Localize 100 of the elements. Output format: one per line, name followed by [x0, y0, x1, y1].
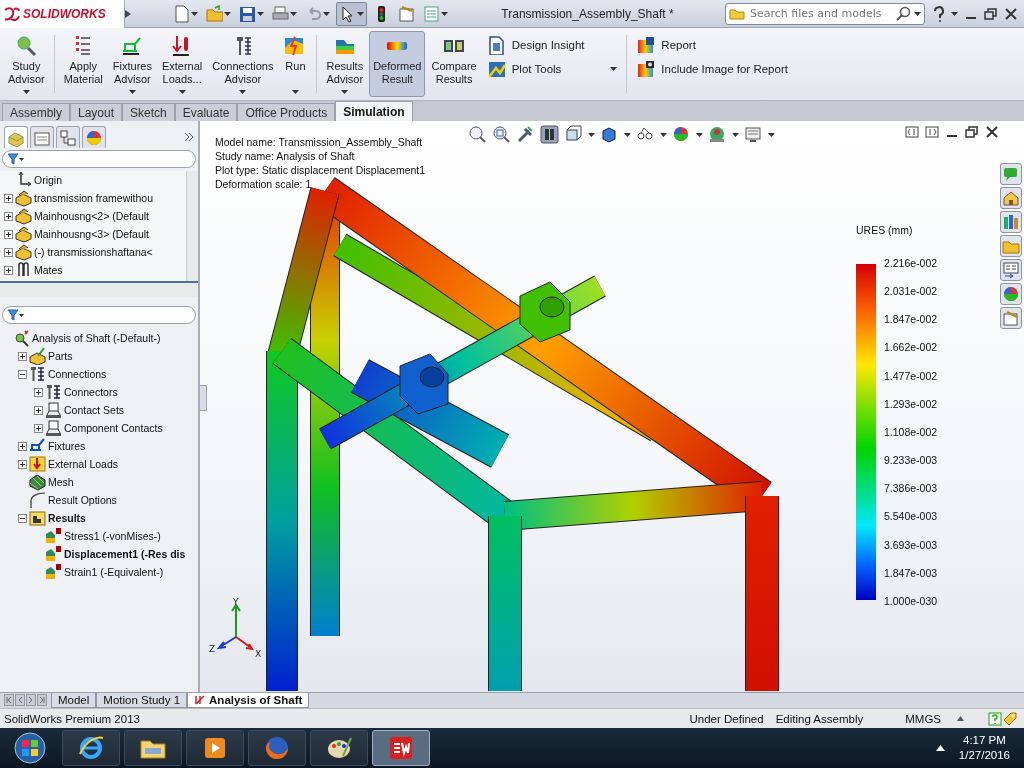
caret-icon[interactable] [257, 11, 264, 16]
expand-toggle[interactable] [34, 423, 43, 433]
last-tab-icon[interactable] [37, 694, 47, 706]
caret-icon[interactable] [239, 90, 247, 94]
restore-icon[interactable] [984, 6, 998, 21]
start-button-icon[interactable] [13, 731, 47, 765]
caret-icon[interactable] [191, 11, 198, 16]
tree-item[interactable]: Mates [34, 264, 63, 276]
zoom-fit-icon[interactable] [468, 125, 487, 144]
search-input[interactable]: Search files and models [748, 6, 893, 21]
filter-icon[interactable] [7, 309, 25, 321]
caret-icon[interactable] [588, 132, 595, 137]
first-tab-icon[interactable] [4, 694, 14, 706]
home-icon[interactable] [1002, 189, 1020, 207]
tree-item[interactable]: Connectors [64, 386, 118, 398]
next-tab-icon[interactable] [26, 694, 36, 706]
custom-properties-icon[interactable] [1002, 309, 1020, 327]
printer-icon[interactable] [272, 4, 289, 23]
caret-icon[interactable] [224, 11, 231, 16]
save-icon[interactable] [239, 4, 256, 23]
connections-advisor-button[interactable]: Connections Advisor [208, 31, 278, 97]
tree-item[interactable]: transmission framewithou [34, 192, 154, 204]
close-icon[interactable] [985, 125, 999, 139]
study-tab[interactable]: Motion Study 1 [96, 693, 188, 708]
appearance-ball-icon[interactable] [1002, 285, 1020, 303]
tree-item[interactable]: Strain1 (-Equivalent-) [64, 566, 164, 578]
clock-time[interactable]: 4:17 PM [963, 733, 1006, 748]
caret-icon[interactable] [341, 90, 349, 94]
more-chevron-icon[interactable] [184, 132, 194, 142]
search-icon[interactable] [896, 6, 911, 21]
browser-icon[interactable] [77, 734, 105, 762]
clock-date[interactable]: 1/27/2016 [958, 748, 1010, 763]
run-button[interactable]: Run [279, 31, 312, 97]
sw-logo-icon[interactable] [387, 734, 415, 762]
report-button[interactable]: Report [636, 35, 788, 55]
tree-item[interactable]: Mainhousng<2> (Default [34, 210, 149, 222]
checklist-icon[interactable] [423, 4, 440, 23]
tree-item[interactable]: (-) transmissionshaftana< [34, 246, 153, 258]
view-palette-icon[interactable] [1002, 261, 1020, 279]
restore-icon[interactable] [965, 125, 979, 139]
command-tab[interactable]: Assembly [2, 103, 70, 121]
caret-icon[interactable] [914, 11, 921, 16]
caret-icon[interactable] [696, 132, 703, 137]
tree-item[interactable]: Connections [48, 368, 107, 380]
caret-icon[interactable] [290, 11, 297, 16]
command-tab[interactable]: Layout [70, 103, 123, 121]
filter-field[interactable] [2, 150, 196, 168]
tree-item[interactable]: Mesh [48, 476, 74, 488]
caret-icon[interactable] [660, 132, 667, 137]
caret-icon[interactable] [957, 716, 964, 721]
fixtures-advisor-button[interactable]: Fixtures Advisor [108, 31, 156, 97]
command-tab[interactable]: Sketch [122, 103, 175, 121]
previous-view-icon[interactable] [516, 125, 535, 144]
caret-icon[interactable] [357, 11, 364, 16]
tree-item[interactable]: Mainhousng<3> (Default [34, 228, 149, 240]
help-icon[interactable] [933, 5, 945, 22]
caret-icon[interactable] [441, 11, 448, 16]
expand-toggle[interactable] [4, 193, 13, 203]
command-tab[interactable]: Simulation [335, 101, 413, 121]
library-icon[interactable] [1002, 213, 1020, 231]
study-tab[interactable]: Analysis of Shaft [187, 693, 310, 708]
deformed-result-button[interactable]: Deformed Result [369, 31, 426, 97]
command-tab[interactable]: Evaluate [174, 103, 238, 121]
tree-item[interactable]: External Loads [48, 458, 119, 470]
tree-item[interactable]: Parts [48, 350, 73, 362]
tile-right-icon[interactable] [925, 125, 939, 139]
horizontal-scrollbar[interactable] [0, 283, 198, 297]
tree-item[interactable]: Displacement1 (-Res dis [64, 548, 186, 560]
previous-tab-icon[interactable] [15, 694, 25, 706]
tree-item[interactable]: Results [48, 512, 86, 524]
scene-icon[interactable] [708, 125, 727, 144]
appearance-ball-icon[interactable] [672, 125, 691, 144]
display-style-icon[interactable] [600, 125, 619, 144]
caret-icon[interactable] [178, 90, 186, 94]
expand-toggle[interactable] [18, 459, 27, 469]
collapse-toggle[interactable] [18, 513, 27, 523]
tree-item[interactable]: Fixtures [48, 440, 86, 452]
tree-item[interactable]: Contact Sets [64, 404, 125, 416]
tree-item[interactable]: Result Options [48, 494, 117, 506]
collapse-toggle[interactable] [18, 369, 27, 379]
filter-field[interactable] [2, 306, 196, 324]
expand-toggle[interactable] [18, 351, 27, 361]
section-view-icon[interactable] [540, 125, 559, 144]
expand-toggle[interactable] [34, 405, 43, 415]
options-icon[interactable] [398, 4, 415, 23]
caret-icon[interactable] [624, 132, 631, 137]
expand-toggle[interactable] [4, 229, 13, 239]
include-image-button[interactable]: Include Image for Report [636, 59, 788, 79]
view-settings-icon[interactable] [744, 125, 763, 144]
compare-results-button[interactable]: Compare Results [427, 31, 481, 97]
unit-system[interactable]: MMGS [905, 712, 941, 725]
search-field[interactable]: Search files and models [725, 2, 925, 25]
study-tab[interactable]: Model [51, 693, 97, 708]
expand-toggle[interactable] [4, 247, 13, 257]
globe-icon[interactable] [263, 734, 291, 762]
caret-icon[interactable] [610, 67, 618, 71]
plot-tools-button[interactable]: Plot Tools [486, 59, 618, 79]
panel-tab[interactable] [56, 126, 80, 148]
study-advisor-button[interactable]: Study Advisor [4, 31, 49, 97]
expand-toggle[interactable] [4, 211, 13, 221]
